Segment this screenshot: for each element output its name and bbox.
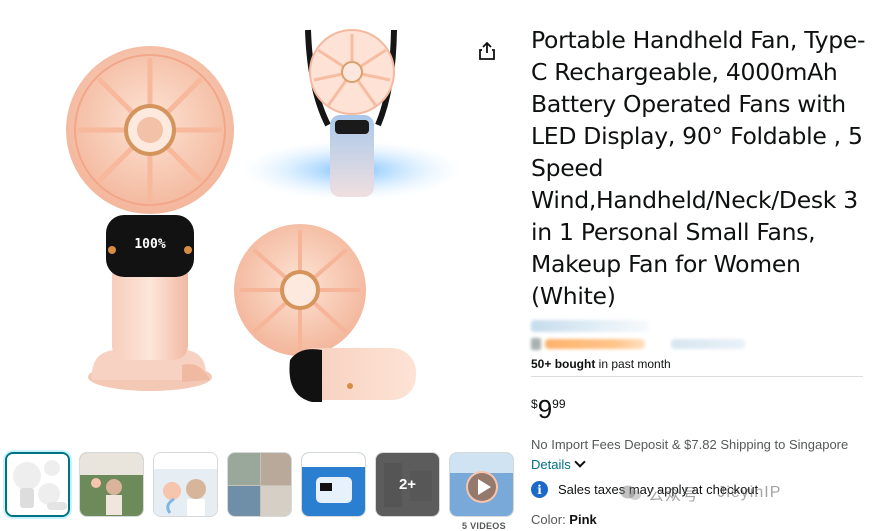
redacted-store-link[interactable]	[531, 320, 649, 332]
redacted-rating-number	[531, 338, 541, 350]
watermark-right-text: JieyinIP	[717, 484, 782, 501]
thumbnail-video-image	[450, 453, 513, 516]
wechat-logo-icon	[620, 485, 641, 500]
neck-fan	[242, 29, 462, 200]
shipping-info: No Import Fees Deposit & $7.82 Shipping …	[531, 435, 861, 475]
bought-suffix: in past month	[595, 357, 671, 371]
thumbnail-strip: 2+	[5, 452, 514, 520]
watermark-left-text: 公众号	[648, 487, 700, 504]
thumbnail-more[interactable]: 2+	[375, 452, 440, 517]
price: $ 9 99	[531, 394, 566, 424]
thumbnail-5[interactable]	[301, 452, 366, 517]
product-info: Portable Handheld Fan, Type-C Rechargeab…	[531, 24, 866, 527]
share-button[interactable]	[474, 38, 500, 64]
bought-in-past-month: 50+ bought in past month	[531, 357, 671, 371]
thumbnail-video[interactable]	[449, 452, 514, 517]
redacted-brand-and-rating	[531, 320, 866, 350]
thumbnail-lifestyle-image	[228, 453, 291, 516]
led-display-text: 100%	[134, 237, 165, 252]
color-selection: Color: Pink	[531, 512, 597, 527]
big-fan: 100%	[66, 46, 234, 391]
redacted-rating-row[interactable]	[531, 338, 745, 350]
watermark-separator: ·	[705, 484, 712, 501]
thumbnail-outdoor-image	[80, 453, 143, 516]
price-whole: 9	[537, 394, 553, 424]
watermark: 公众号 · JieyinIP	[620, 481, 781, 505]
redacted-rating-count	[671, 339, 745, 349]
thumbnail-fan-image	[7, 454, 68, 515]
details-link[interactable]: Details	[531, 457, 571, 472]
thumbnail-makeup-image	[154, 453, 217, 516]
info-icon: i	[531, 481, 548, 498]
more-images-overlay: 2+	[376, 453, 439, 516]
shipping-text: No Import Fees Deposit & $7.82 Shipping …	[531, 437, 849, 452]
color-value: Pink	[569, 512, 597, 527]
price-fraction: 99	[552, 397, 566, 411]
videos-count-label: 5 VIDEOS	[462, 521, 506, 531]
product-title: Portable Handheld Fan, Type-C Rechargeab…	[531, 26, 866, 310]
thumbnail-1[interactable]	[5, 452, 70, 517]
rating-stars-icon	[545, 339, 645, 349]
thumbnail-4[interactable]	[227, 452, 292, 517]
price-symbol: $	[531, 397, 538, 411]
share-icon	[479, 41, 495, 60]
chevron-down-icon[interactable]	[574, 456, 586, 468]
divider	[531, 376, 863, 377]
color-label: Color:	[531, 512, 570, 527]
main-product-image[interactable]: 100%	[60, 20, 462, 430]
thumbnail-battery-image	[302, 453, 365, 516]
thumbnail-3[interactable]	[153, 452, 218, 517]
thumbnail-2[interactable]	[79, 452, 144, 517]
folded-fan	[234, 224, 416, 402]
fan-product-illustration: 100%	[66, 29, 462, 402]
bought-count: 50+ bought	[531, 357, 596, 371]
